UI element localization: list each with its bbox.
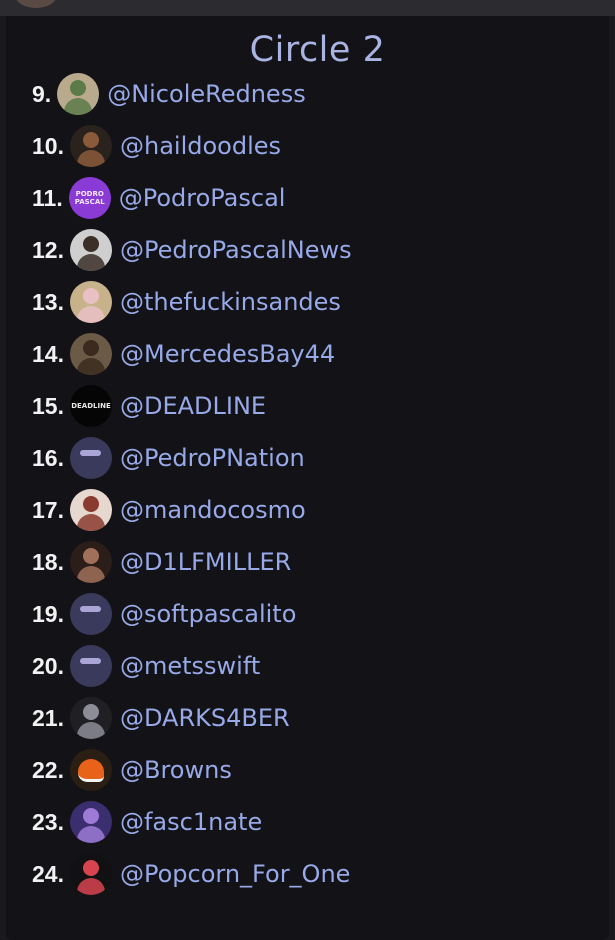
rank-number: 14. bbox=[32, 340, 64, 367]
user-handle-link[interactable]: @fasc1nate bbox=[120, 808, 262, 836]
list-item[interactable]: 18. @D1LFMILLER bbox=[32, 540, 291, 584]
user-handle-link[interactable]: @DEADLINE bbox=[120, 392, 266, 420]
list-item[interactable]: 24. @Popcorn_For_One bbox=[32, 852, 350, 896]
couple-photo-icon[interactable] bbox=[57, 73, 100, 115]
user-handle-link[interactable]: @haildoodles bbox=[120, 132, 281, 160]
user-handle-link[interactable]: @softpascalito bbox=[120, 600, 296, 628]
rank-number: 17. bbox=[32, 496, 64, 523]
photo-subject bbox=[82, 288, 99, 304]
rank-number: 18. bbox=[32, 548, 64, 575]
user-handle-link[interactable]: @metsswift bbox=[120, 652, 260, 680]
guitarist-photo-icon[interactable] bbox=[69, 333, 112, 375]
man-portrait-icon[interactable] bbox=[69, 229, 112, 271]
photo-subject-body bbox=[76, 878, 105, 895]
rank-number: 23. bbox=[32, 808, 64, 835]
photo-subject-body bbox=[76, 566, 105, 583]
user-handle-link[interactable]: @Browns bbox=[120, 756, 232, 784]
rank-number: 24. bbox=[32, 860, 64, 887]
rank-number: 12. bbox=[32, 236, 64, 263]
glasses-portrait-icon[interactable] bbox=[69, 645, 112, 687]
top-strip bbox=[0, 0, 615, 16]
list-item[interactable]: 19. @softpascalito bbox=[32, 592, 296, 636]
list-item[interactable]: 21. @DARKS4BER bbox=[32, 696, 290, 740]
person-dark-photo-icon[interactable] bbox=[69, 697, 112, 739]
rank-number: 10. bbox=[32, 132, 64, 159]
photo-subject-body bbox=[64, 98, 93, 115]
podro-pascal-logo-icon[interactable]: PODRO PASCAL bbox=[68, 177, 111, 219]
list-item[interactable]: 9. @NicoleRedness bbox=[32, 72, 306, 116]
person-photo-icon[interactable] bbox=[69, 281, 112, 323]
rank-number: 21. bbox=[32, 704, 64, 731]
user-handle-link[interactable]: @thefuckinsandes bbox=[120, 288, 341, 316]
user-handle-link[interactable]: @MercedesBay44 bbox=[120, 340, 335, 368]
rank-number: 9. bbox=[32, 80, 52, 107]
photo-subject bbox=[82, 340, 99, 356]
avatar-logo-text: DEADLINE bbox=[71, 402, 111, 410]
photo-subject-body bbox=[76, 514, 105, 531]
popcorn-character-icon[interactable] bbox=[69, 853, 112, 895]
photo-subject bbox=[82, 496, 99, 512]
photo-subject-body bbox=[76, 254, 105, 271]
list-item[interactable]: 10. @haildoodles bbox=[32, 124, 281, 168]
list-item[interactable]: 23. @fasc1nate bbox=[32, 800, 262, 844]
photo-subject bbox=[82, 132, 99, 148]
photo-subject-body bbox=[76, 826, 105, 843]
list-item[interactable]: 15. DEADLINE @DEADLINE bbox=[32, 384, 266, 428]
user-handle-link[interactable]: @mandocosmo bbox=[120, 496, 306, 524]
circle-panel: Circle 2 9. @NicoleRedness 10. @haildoodles… bbox=[6, 16, 609, 940]
helmet-shape bbox=[77, 758, 104, 782]
man-dark-photo-icon[interactable] bbox=[69, 541, 112, 583]
photo-subject bbox=[82, 808, 99, 824]
list-item[interactable]: 12. @PedroPascalNews bbox=[32, 228, 352, 272]
user-handle-link[interactable]: @PodroPascal bbox=[119, 184, 286, 212]
list-item[interactable]: 11. PODRO PASCAL @PodroPascal bbox=[32, 176, 285, 220]
user-handle-link[interactable]: @PedroPNation bbox=[120, 444, 305, 472]
woman-portrait-icon[interactable] bbox=[69, 489, 112, 531]
user-handle-link[interactable]: @NicoleRedness bbox=[107, 80, 306, 108]
photo-subject bbox=[82, 548, 99, 564]
photo-subject bbox=[70, 80, 87, 96]
profile-avatar-partial bbox=[16, 0, 56, 8]
rank-number: 20. bbox=[32, 652, 64, 679]
deadline-logo-icon[interactable]: DEADLINE bbox=[69, 385, 112, 427]
circle-title: Circle 2 bbox=[249, 30, 386, 70]
photo-subject-body bbox=[76, 306, 105, 323]
football-helmet-icon[interactable] bbox=[69, 749, 112, 791]
glasses-shape bbox=[80, 657, 102, 665]
glasses-portrait-icon[interactable] bbox=[69, 593, 112, 635]
list-item[interactable]: 17. @mandocosmo bbox=[32, 488, 306, 532]
photo-subject bbox=[82, 704, 99, 720]
rank-number: 16. bbox=[32, 444, 64, 471]
user-handle-link[interactable]: @PedroPascalNews bbox=[120, 236, 352, 264]
user-handle-link[interactable]: @Popcorn_For_One bbox=[120, 860, 350, 888]
photo-subject bbox=[82, 236, 99, 252]
rank-number: 22. bbox=[32, 756, 64, 783]
galaxy-image-icon[interactable] bbox=[69, 801, 112, 843]
list-item[interactable]: 13. @thefuckinsandes bbox=[32, 280, 341, 324]
list-item[interactable]: 22. @Browns bbox=[32, 748, 232, 792]
photo-subject-body bbox=[76, 722, 105, 739]
user-handle-link[interactable]: @D1LFMILLER bbox=[120, 548, 291, 576]
photo-subject-body bbox=[76, 150, 105, 167]
glasses-shape bbox=[80, 605, 102, 613]
rank-number: 19. bbox=[32, 600, 64, 627]
rank-number: 13. bbox=[32, 288, 64, 315]
photo-subject-body bbox=[76, 358, 105, 375]
rank-number: 11. bbox=[32, 184, 63, 211]
glasses-shape bbox=[80, 449, 102, 457]
list-item[interactable]: 16. @PedroPNation bbox=[32, 436, 305, 480]
rank-number: 15. bbox=[32, 392, 64, 419]
photo-subject bbox=[82, 860, 99, 876]
bearded-man-photo-icon[interactable] bbox=[69, 125, 112, 167]
user-handle-link[interactable]: @DARKS4BER bbox=[120, 704, 290, 732]
avatar-logo-text: PODRO PASCAL bbox=[74, 190, 105, 206]
glasses-portrait-icon[interactable] bbox=[69, 437, 112, 479]
list-item[interactable]: 14. @MercedesBay44 bbox=[32, 332, 335, 376]
list-item[interactable]: 20. @metsswift bbox=[32, 644, 260, 688]
